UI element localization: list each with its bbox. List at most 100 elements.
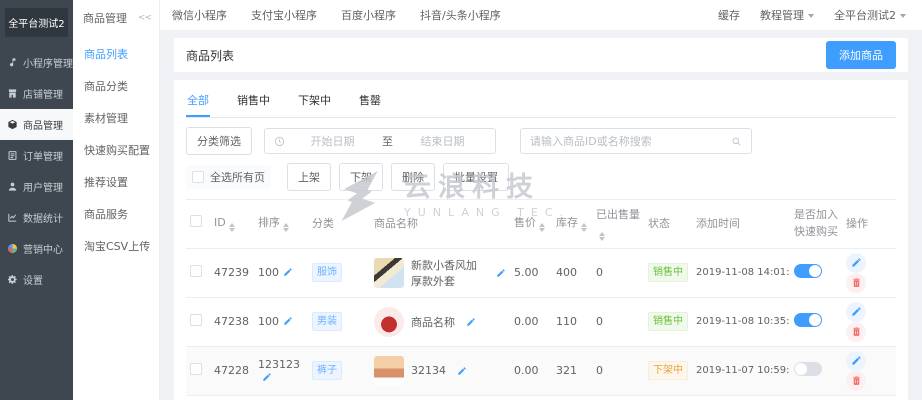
admin-app: 全平台测试2 小程序管理店铺管理 商品管理 订单管理用户管理数据统计营销中心设置 商…: [0, 0, 922, 400]
edit-product-button[interactable]: [846, 301, 866, 322]
submenu-item-商品分类[interactable]: 商品分类: [73, 70, 159, 102]
tab-销售中[interactable]: 销售中: [236, 89, 271, 117]
sidebar-item-小程序管理[interactable]: 小程序管理: [0, 47, 73, 78]
marketing-pie-icon: [7, 243, 18, 254]
quick-buy-toggle[interactable]: [794, 264, 822, 278]
edit-sort-pencil-icon[interactable]: [283, 267, 293, 277]
submenu-item-快速购买配置[interactable]: 快速购买配置: [73, 134, 159, 166]
goods-box-icon: [7, 119, 18, 130]
filter-row: 分类筛选 开始日期 至 结束日期 请输入商品ID或名称搜索: [186, 127, 896, 155]
category-filter-button[interactable]: 分类筛选: [186, 127, 252, 155]
status-badge: 下架中: [648, 361, 688, 380]
add-product-button[interactable]: 添加商品: [826, 41, 896, 69]
cell-category: 女装我我我我我 ...: [308, 395, 370, 400]
product-search-input[interactable]: 请输入商品ID或名称搜索: [520, 128, 752, 154]
row-checkbox[interactable]: [190, 363, 202, 375]
cell-id: 47228: [210, 346, 254, 396]
delete-product-button[interactable]: [846, 272, 866, 293]
sort-carets-icon[interactable]: [228, 223, 235, 233]
tab-售罄[interactable]: 售罄: [358, 89, 382, 117]
submenu-item-商品服务[interactable]: 商品服务: [73, 198, 159, 230]
cell-price: 0.00: [510, 346, 552, 396]
sidebar-item-数据统计[interactable]: 数据统计: [0, 202, 73, 233]
submenu-item-商品列表[interactable]: 商品列表: [73, 38, 159, 70]
edit-name-pencil-icon[interactable]: [496, 268, 506, 278]
sidebar-item-label: 用户管理: [23, 183, 63, 194]
delete-product-button[interactable]: [846, 370, 866, 391]
cell-id: 47238: [210, 297, 254, 347]
column-header-操作: 操作: [842, 199, 896, 249]
sidebar-item-label: 小程序管理: [23, 59, 73, 70]
select-all-checkbox[interactable]: [192, 171, 204, 183]
cell-sold: 0: [592, 297, 644, 347]
submenu-item-淘宝CSV上传[interactable]: 淘宝CSV上传: [73, 230, 159, 262]
cell-operations: [842, 346, 896, 396]
cell-id: 47239: [210, 248, 254, 298]
product-table: ID 排序 分类 商品名称 售价 库存 已出售量 状态 添加时间 是否加入快速购买 操作 47239…: [186, 199, 896, 400]
edit-product-button[interactable]: [846, 252, 866, 273]
user-icon: [7, 181, 18, 192]
row-checkbox[interactable]: [190, 265, 202, 277]
platform-tab-百度小程序[interactable]: 百度小程序: [341, 7, 396, 23]
page-title: 商品列表: [186, 48, 235, 63]
quick-buy-toggle[interactable]: [794, 362, 822, 376]
edit-sort-pencil-icon[interactable]: [283, 316, 293, 326]
column-header-分类: 分类: [308, 199, 370, 249]
select-all-pages[interactable]: 全选所有页: [186, 165, 271, 189]
shop-icon: [7, 88, 18, 99]
edit-name-pencil-icon[interactable]: [457, 366, 467, 376]
end-date-placeholder: 结束日期: [420, 135, 465, 148]
bulk-button-批量设置[interactable]: 批量设置: [443, 163, 509, 191]
category-tag: 裤子: [312, 361, 342, 380]
status-badge: 销售中: [648, 263, 688, 282]
search-icon[interactable]: [731, 136, 742, 147]
bulk-button-删除[interactable]: 删除: [391, 163, 435, 191]
topnav-item-缓存[interactable]: 缓存: [718, 7, 740, 23]
bulk-button-下架[interactable]: 下架: [339, 163, 383, 191]
cell-added-time: 2019-11-05 15:55:17: [692, 395, 790, 400]
topnav-item-教程管理[interactable]: 教程管理: [760, 7, 814, 23]
submenu-item-推荐设置[interactable]: 推荐设置: [73, 166, 159, 198]
primary-nav: 小程序管理店铺管理 商品管理 订单管理用户管理数据统计营销中心设置: [0, 47, 73, 295]
page-header-card: 商品列表 添加商品: [174, 38, 908, 72]
row-checkbox[interactable]: [190, 314, 202, 326]
sidebar-item-设置[interactable]: 设置: [0, 264, 73, 295]
collapse-sidebar-button[interactable]: <<: [138, 13, 152, 23]
sort-carets-icon[interactable]: [539, 223, 545, 233]
product-image: [374, 257, 404, 288]
platform-tab-抖音/头条小程序[interactable]: 抖音/头条小程序: [420, 7, 501, 23]
edit-product-button[interactable]: [846, 350, 866, 371]
column-header-label: 排序: [258, 216, 280, 230]
cell-sold: 0: [592, 346, 644, 396]
cell-sold: 0: [592, 248, 644, 298]
cell-sort: 100: [254, 297, 308, 347]
sidebar-item-label: 营销中心: [23, 245, 63, 256]
cell-product-name: 商品名称: [370, 297, 510, 347]
sidebar-item-用户管理[interactable]: 用户管理: [0, 171, 73, 202]
sidebar-item-店铺管理[interactable]: 店铺管理: [0, 78, 73, 109]
tab-全部[interactable]: 全部: [186, 89, 210, 117]
sort-carets-icon[interactable]: [581, 223, 587, 233]
delete-product-button[interactable]: [846, 321, 866, 342]
platform-tab-微信小程序[interactable]: 微信小程序: [172, 7, 227, 23]
sidebar-item-商品管理[interactable]: 商品管理: [0, 109, 73, 140]
quick-buy-toggle[interactable]: [794, 313, 822, 327]
sidebar-item-营销中心[interactable]: 营销中心: [0, 233, 73, 264]
sort-carets-icon[interactable]: [599, 231, 605, 241]
platform-tab-支付宝小程序[interactable]: 支付宝小程序: [251, 7, 317, 23]
edit-name-pencil-icon[interactable]: [466, 317, 476, 327]
tab-下架中[interactable]: 下架中: [297, 89, 332, 117]
edit-sort-pencil-icon[interactable]: [262, 372, 272, 382]
sidebar-item-订单管理[interactable]: 订单管理: [0, 140, 73, 171]
workspace-title[interactable]: 全平台测试2: [5, 8, 68, 37]
bulk-button-上架[interactable]: 上架: [287, 163, 331, 191]
header-checkbox[interactable]: [190, 215, 202, 227]
sidebar-item-label: 数据统计: [23, 214, 63, 225]
sort-carets-icon[interactable]: [283, 223, 289, 233]
sidebar-item-label: 设置: [23, 276, 43, 287]
date-range-picker[interactable]: 开始日期 至 结束日期: [264, 128, 496, 154]
topnav-item-全平台测试2[interactable]: 全平台测试2: [834, 7, 906, 23]
submenu-item-素材管理[interactable]: 素材管理: [73, 102, 159, 134]
cell-added-time: 2019-11-08 10:35:06: [692, 297, 790, 347]
cell-product-name: 32134: [370, 346, 510, 396]
